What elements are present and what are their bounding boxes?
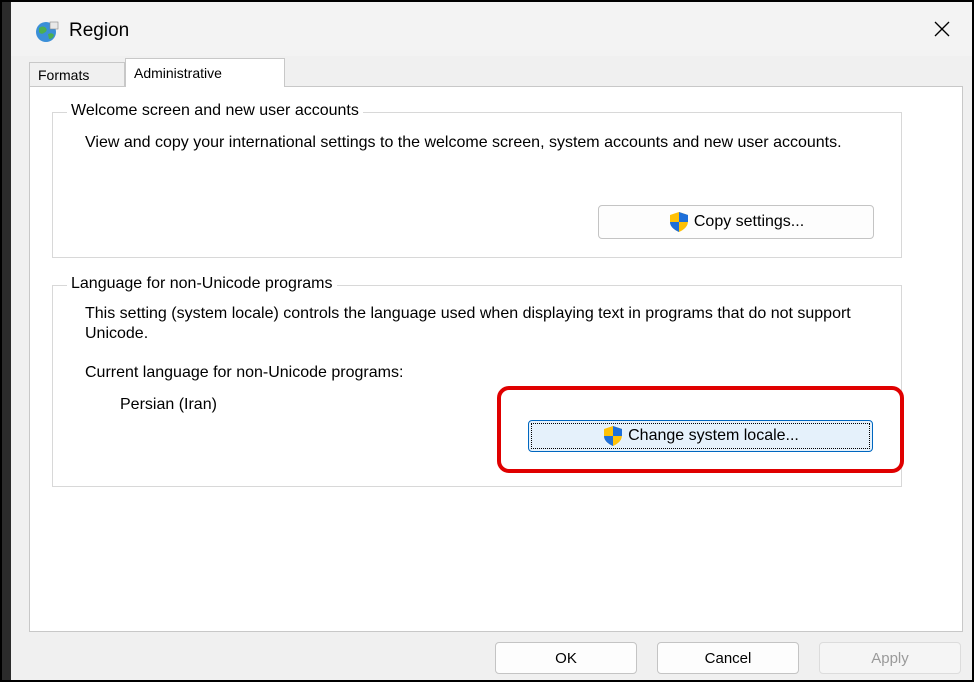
tab-administrative[interactable]: Administrative bbox=[125, 58, 285, 87]
apply-button[interactable]: Apply bbox=[819, 642, 961, 674]
copy-settings-label: Copy settings... bbox=[693, 213, 805, 230]
welcome-group-description: View and copy your international setting… bbox=[85, 134, 842, 151]
non-unicode-group-legend: Language for non-Unicode programs bbox=[67, 275, 337, 293]
close-button[interactable] bbox=[912, 2, 972, 56]
welcome-screen-group: Welcome screen and new user accounts Vie… bbox=[52, 102, 902, 258]
copy-settings-button[interactable]: Copy settings... bbox=[598, 205, 874, 239]
globe-icon bbox=[35, 20, 59, 44]
window-title: Region bbox=[69, 20, 130, 41]
administrative-panel: Welcome screen and new user accounts Vie… bbox=[29, 86, 963, 632]
background-edge bbox=[2, 2, 11, 680]
non-unicode-description: This setting (system locale) controls th… bbox=[85, 305, 851, 342]
current-language-value: Persian (Iran) bbox=[120, 396, 217, 413]
title-bar: Region bbox=[11, 2, 972, 56]
red-highlight-annotation bbox=[497, 386, 904, 473]
uac-shield-icon bbox=[669, 212, 688, 232]
tab-formats[interactable]: Formats bbox=[29, 62, 125, 86]
close-icon bbox=[934, 21, 950, 37]
welcome-group-legend: Welcome screen and new user accounts bbox=[67, 102, 363, 120]
current-language-label: Current language for non-Unicode program… bbox=[85, 364, 404, 381]
cancel-button[interactable]: Cancel bbox=[657, 642, 799, 674]
ok-button[interactable]: OK bbox=[495, 642, 637, 674]
